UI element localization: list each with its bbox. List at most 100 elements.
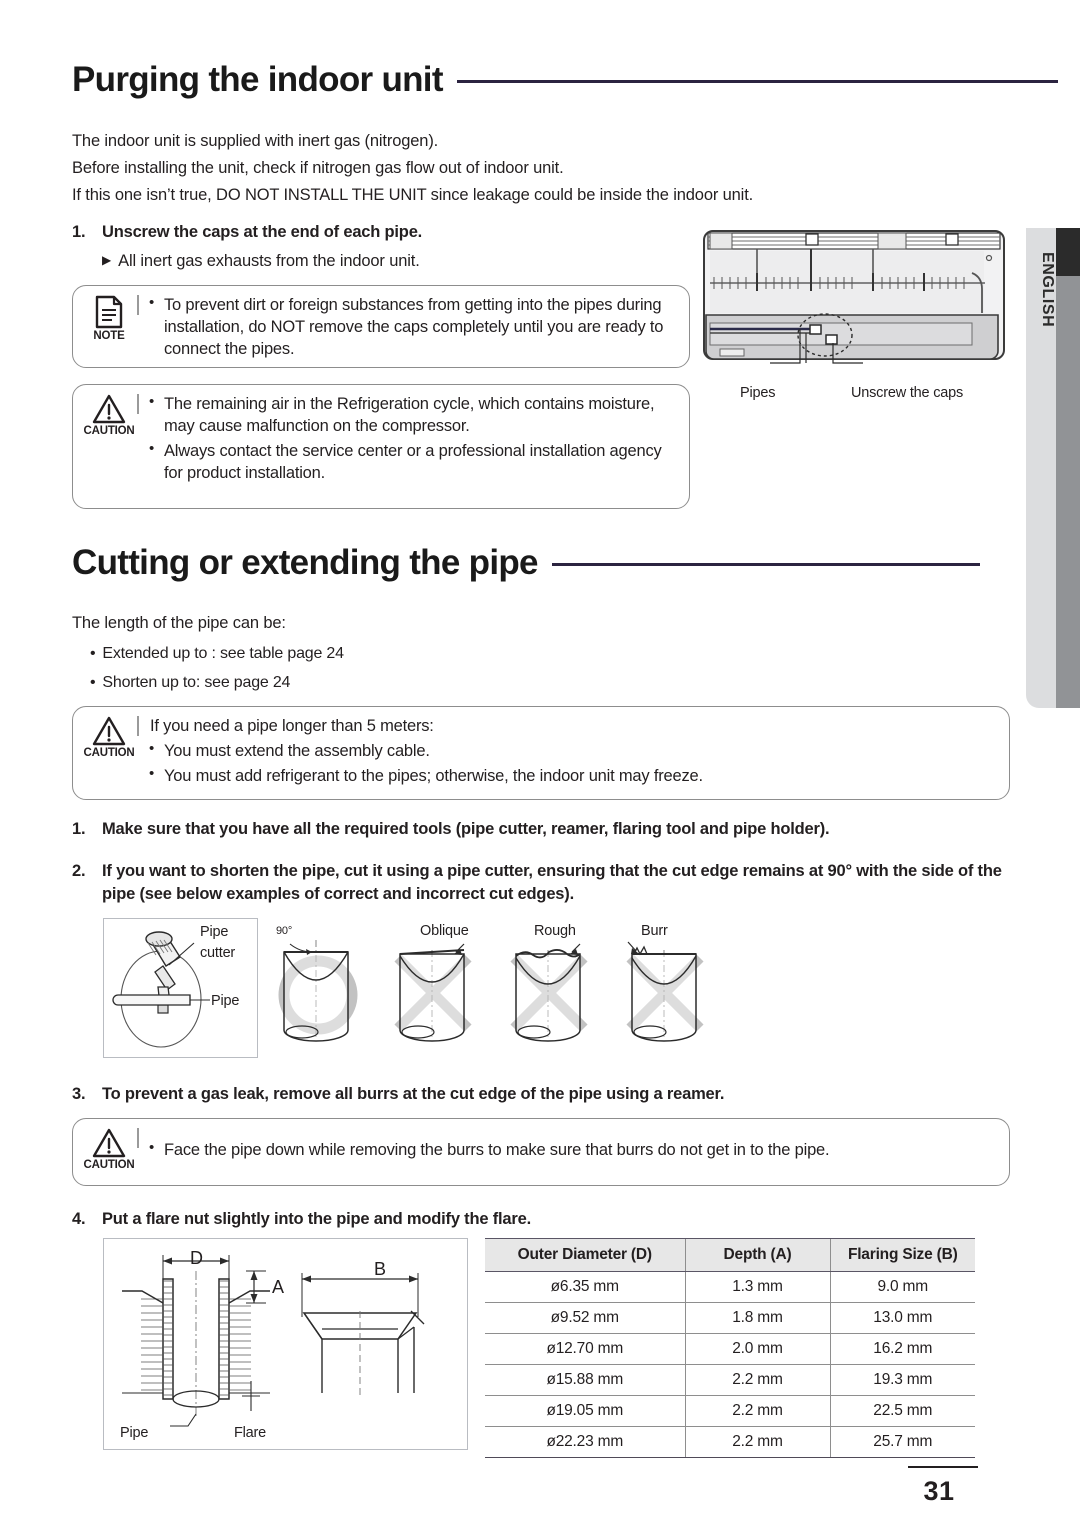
- section1-step-1-sub-text: All inert gas exhausts from the indoor u…: [118, 252, 420, 270]
- cell-outer-diameter: ø15.88 mm: [485, 1364, 685, 1396]
- caution-box-3: CAUTION Face the pipe down while removin…: [72, 1118, 1010, 1186]
- caution-box-2: CAUTION If you need a pipe longer than 5…: [72, 706, 1010, 800]
- cut-example-label-2: Rough: [534, 923, 576, 939]
- indoor-unit-illustration: [703, 230, 1005, 364]
- cell-outer-diameter: ø6.35 mm: [485, 1271, 685, 1303]
- note-box-body: To prevent dirt or foreign substances fr…: [147, 293, 677, 363]
- table-header-row: Outer Diameter (D) Depth (A) Flaring Siz…: [485, 1238, 975, 1272]
- cut-example-label-1: Oblique: [420, 923, 469, 939]
- flare-figure-label-pipe: Pipe: [120, 1425, 149, 1441]
- table-row: ø19.05 mm 2.2 mm 22.5 mm: [485, 1395, 975, 1427]
- triangle-bullet-icon: ▶: [102, 253, 112, 267]
- caution-2-item-1: You must extend the assembly cable.: [147, 739, 997, 762]
- caution-2-item-2: You must add refrigerant to the pipes; o…: [147, 764, 997, 787]
- caution-1-item-1: The remaining air in the Refrigeration c…: [147, 392, 677, 437]
- section2-step-4-text: Put a flare nut slightly into the pipe a…: [102, 1210, 531, 1228]
- caution-1-body: The remaining air in the Refrigeration c…: [147, 392, 677, 487]
- flare-spec-table: Outer Diameter (D) Depth (A) Flaring Siz…: [485, 1238, 975, 1458]
- caution-2-divider: [137, 716, 139, 736]
- caution-warning-triangle-icon: [92, 1128, 126, 1158]
- table-header-flaring-size: Flaring Size (B): [829, 1238, 975, 1272]
- section2-bullet-2: • Shorten up to: see page 24: [90, 674, 290, 692]
- language-tab-gray-bar: [1056, 276, 1080, 708]
- section1-title-rule: [456, 80, 1058, 83]
- cell-flaring-size: 25.7 mm: [829, 1426, 975, 1458]
- caution-1-icon-caption: CAUTION: [83, 425, 135, 437]
- cell-flaring-size: 9.0 mm: [829, 1271, 975, 1303]
- table-row: ø9.52 mm 1.8 mm 13.0 mm: [485, 1302, 975, 1334]
- section2-lead: The length of the pipe can be:: [72, 614, 286, 632]
- caution-2-heading: If you need a pipe longer than 5 meters:: [150, 717, 434, 735]
- table-row: ø22.23 mm 2.2 mm 25.7 mm: [485, 1426, 975, 1458]
- section1-step-1-sub: ▶ All inert gas exhausts from the indoor …: [102, 252, 420, 271]
- section2-step-4-number: 4.: [72, 1210, 86, 1228]
- caution-2-icon-wrap: CAUTION: [83, 716, 135, 760]
- section2-step-1-number: 1.: [72, 820, 86, 838]
- section2-title-rule: [551, 563, 980, 566]
- caution-2-icon-caption: CAUTION: [83, 747, 135, 759]
- cell-depth: 2.2 mm: [684, 1364, 830, 1396]
- section1-title-text: Purging the indoor unit: [72, 60, 443, 99]
- table-row: ø12.70 mm 2.0 mm 16.2 mm: [485, 1333, 975, 1365]
- caution-1-item-2: Always contact the service center or a p…: [147, 439, 677, 484]
- flare-figure-label-flare: Flare: [234, 1425, 267, 1441]
- flare-dim-b-label: B: [374, 1259, 386, 1279]
- section2-step-1-text: Make sure that you have all the required…: [102, 820, 830, 838]
- caution-1-divider: [137, 394, 139, 414]
- caution-3-divider: [137, 1128, 139, 1148]
- table-row: ø6.35 mm 1.3 mm 9.0 mm: [485, 1271, 975, 1303]
- cut-example-label-3: Burr: [641, 923, 668, 939]
- pipe-cutter-illustration: [112, 931, 210, 1048]
- flare-dim-a-label: A: [272, 1277, 284, 1297]
- caution-warning-triangle-icon: [92, 394, 126, 424]
- note-icon-wrap: NOTE: [83, 295, 135, 343]
- manual-page: ENGLISH Purging the indoor unit The indo…: [0, 0, 1080, 1532]
- cell-outer-diameter: ø9.52 mm: [485, 1302, 685, 1334]
- section2-step-3-text: To prevent a gas leak, remove all burrs …: [102, 1085, 725, 1103]
- pipe-cutter-label-pipe: Pipe: [211, 993, 240, 1009]
- caution-3-icon-caption: CAUTION: [83, 1159, 135, 1171]
- section2-step-3-number: 3.: [72, 1085, 86, 1103]
- section2-bullet-1-text: Extended up to : see table page 24: [102, 645, 344, 662]
- page-number: 31: [923, 1476, 955, 1506]
- caution-2-body: If you need a pipe longer than 5 meters:…: [147, 715, 997, 790]
- cut-example-label-0: 90°: [276, 925, 293, 937]
- pipe-cutter-label-line-1: Pipe: [200, 924, 229, 940]
- section1-step-1-number: 1.: [72, 223, 86, 241]
- pipe-cutter-label-line-2: cutter: [200, 945, 236, 961]
- cell-depth: 2.2 mm: [684, 1426, 830, 1458]
- section2-bullet-1: • Extended up to : see table page 24: [90, 645, 344, 663]
- caution-3-icon-wrap: CAUTION: [83, 1128, 135, 1172]
- table-header-depth: Depth (A): [684, 1238, 830, 1272]
- intro-line-2: Before installing the unit, check if nit…: [72, 159, 564, 177]
- section-title-purging: Purging the indoor unit: [72, 62, 1072, 97]
- caution-box-1: CAUTION The remaining air in the Refrige…: [72, 384, 690, 509]
- table-row: ø15.88 mm 2.2 mm 19.3 mm: [485, 1364, 975, 1396]
- table-header-outer-diameter: Outer Diameter (D): [485, 1238, 685, 1272]
- cell-flaring-size: 13.0 mm: [829, 1302, 975, 1334]
- cell-depth: 1.8 mm: [684, 1302, 830, 1334]
- intro-line-1: The indoor unit is supplied with inert g…: [72, 132, 439, 150]
- cell-flaring-size: 22.5 mm: [829, 1395, 975, 1427]
- note-box: NOTE To prevent dirt or foreign substanc…: [72, 285, 690, 368]
- language-tab-label: ENGLISH: [1039, 252, 1056, 328]
- figure-label-pipes: Pipes: [740, 385, 776, 401]
- section2-step-1: 1. Make sure that you have all the requi…: [72, 818, 1032, 841]
- section2-step-2-text-line-1: If you want to shorten the pipe, cut it …: [102, 862, 1002, 880]
- section2-step-2-number: 2.: [72, 862, 86, 880]
- section2-step-2: 2. If you want to shorten the pipe, cut …: [72, 860, 1032, 907]
- section2-title-text: Cutting or extending the pipe: [72, 543, 538, 582]
- cell-flaring-size: 16.2 mm: [829, 1333, 975, 1365]
- cell-depth: 2.0 mm: [684, 1333, 830, 1365]
- caution-3-body: Face the pipe down while removing the bu…: [147, 1138, 997, 1164]
- cut-example-burr: [626, 941, 704, 1042]
- page-number-rule: [908, 1466, 978, 1469]
- caution-3-item-1: Face the pipe down while removing the bu…: [147, 1138, 997, 1161]
- cell-outer-diameter: ø22.23 mm: [485, 1426, 685, 1458]
- section2-bullet-2-text: Shorten up to: see page 24: [102, 674, 291, 691]
- cut-example-90deg: [278, 940, 358, 1042]
- section-title-cutting: Cutting or extending the pipe: [72, 545, 1072, 580]
- section2-step-2-text-line-2: pipe (see below examples of correct and …: [102, 885, 574, 904]
- flare-dimension-illustration: [122, 1255, 425, 1427]
- cell-depth: 1.3 mm: [684, 1271, 830, 1303]
